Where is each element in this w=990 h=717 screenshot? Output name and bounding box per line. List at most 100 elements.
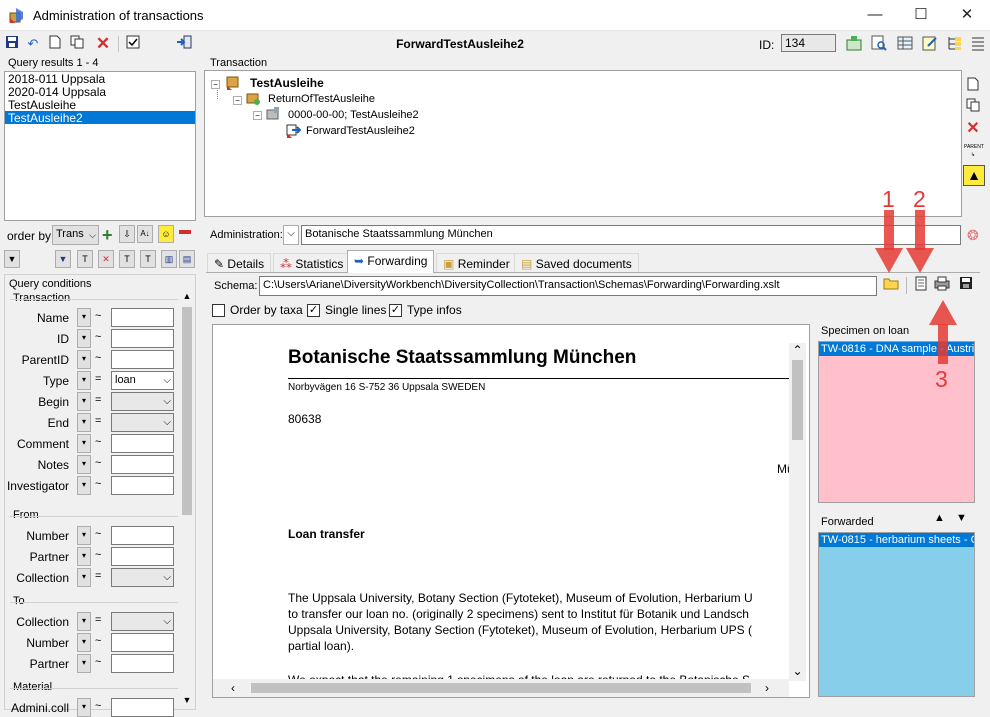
order-by-select[interactable]: Trans ⌵ xyxy=(52,225,99,245)
dropdown-toggle-icon[interactable]: ▼ xyxy=(4,250,20,268)
operator-dropdown-icon[interactable]: ▾ xyxy=(77,526,91,545)
administration-link-icon[interactable]: ❂ xyxy=(967,227,979,244)
list-item-selected[interactable]: TW-0815 - herbarium sheets - Germany xyxy=(819,533,974,547)
import-icon[interactable] xyxy=(175,35,193,53)
query-input[interactable]: ⌵ xyxy=(111,392,174,411)
operator-dropdown-icon[interactable]: ▾ xyxy=(77,612,91,631)
tab-saved-documents[interactable]: ▤ Saved documents xyxy=(514,253,639,272)
hierarchy-icon[interactable] xyxy=(946,35,964,53)
tab-statistics[interactable]: ⁂ Statistics xyxy=(273,253,351,272)
print-icon[interactable] xyxy=(933,276,951,294)
query-input[interactable] xyxy=(111,308,174,327)
tree-collapse-icon[interactable]: − xyxy=(211,80,220,89)
move-up-icon[interactable]: ▲ xyxy=(934,512,945,524)
export-mail-icon[interactable] xyxy=(845,35,863,53)
rows-icon[interactable]: ▤ xyxy=(179,250,195,268)
scroll-up-icon[interactable]: ⌃ xyxy=(789,343,806,360)
filter-save-icon[interactable]: T xyxy=(140,250,156,268)
operator-dropdown-icon[interactable]: ▾ xyxy=(77,654,91,673)
preview-document-icon[interactable] xyxy=(912,276,930,294)
query-input[interactable] xyxy=(111,526,174,545)
columns-icon[interactable]: ▥ xyxy=(161,250,177,268)
checkbox-icon[interactable] xyxy=(124,35,142,53)
operator-dropdown-icon[interactable]: ▾ xyxy=(77,547,91,566)
query-input[interactable] xyxy=(111,547,174,566)
scroll-thumb[interactable] xyxy=(182,307,192,515)
pin-icon[interactable]: ⇩ xyxy=(119,225,135,243)
delete-icon[interactable]: ✕ xyxy=(94,35,112,53)
specimen-on-loan-list[interactable]: TW-0816 - DNA sample - Austria xyxy=(818,341,975,503)
query-input[interactable] xyxy=(111,476,174,495)
filter-remove-icon[interactable]: ✕ xyxy=(98,250,114,268)
operator-dropdown-icon[interactable]: ▾ xyxy=(77,698,91,717)
warning-icon[interactable]: ▲ xyxy=(963,165,985,186)
tree-collapse-icon[interactable]: − xyxy=(253,111,262,120)
query-scrollbar[interactable]: ▲ ▼ xyxy=(180,291,194,709)
operator-dropdown-icon[interactable]: ▾ xyxy=(77,329,91,348)
list-item[interactable]: TestAusleihe xyxy=(5,98,195,112)
query-input[interactable] xyxy=(111,654,174,673)
scroll-right-icon[interactable]: › xyxy=(765,681,769,695)
operator-dropdown-icon[interactable]: ▾ xyxy=(77,413,91,432)
query-input[interactable] xyxy=(111,434,174,453)
operator-dropdown-icon[interactable]: ▾ xyxy=(77,455,91,474)
operator-dropdown-icon[interactable]: ▾ xyxy=(77,308,91,327)
list-item-selected[interactable]: TestAusleihe2 xyxy=(5,111,195,125)
open-folder-icon[interactable] xyxy=(882,276,900,294)
query-results-list[interactable]: 2018-011 Uppsala 2020-014 Uppsala TestAu… xyxy=(4,71,196,221)
query-input[interactable] xyxy=(111,633,174,652)
close-window-button[interactable]: ✕ xyxy=(944,0,990,30)
tree-collapse-icon[interactable]: − xyxy=(233,96,242,105)
list-item[interactable]: 2020-014 Uppsala xyxy=(5,85,195,99)
filter-icon[interactable]: ▼ xyxy=(55,250,71,268)
query-input[interactable]: ⌵ xyxy=(111,568,174,587)
operator-dropdown-icon[interactable]: ▾ xyxy=(77,371,91,390)
order-by-taxa-checkbox[interactable] xyxy=(212,304,225,317)
person-icon[interactable]: ☺ xyxy=(158,225,174,243)
operator-dropdown-icon[interactable]: ▾ xyxy=(77,350,91,369)
scroll-thumb[interactable] xyxy=(251,683,751,693)
administration-dropdown-button[interactable]: ⌵ xyxy=(283,225,299,245)
scroll-down-icon[interactable]: ▼ xyxy=(180,695,194,709)
operator-dropdown-icon[interactable]: ▾ xyxy=(77,476,91,495)
undo-icon[interactable]: ↶ xyxy=(24,35,42,53)
filter-down-icon[interactable]: T xyxy=(119,250,135,268)
move-down-icon[interactable]: ▼ xyxy=(956,512,967,524)
schema-path-field[interactable]: C:\Users\Ariane\DiversityWorkbench\Diver… xyxy=(259,276,877,296)
save-icon[interactable] xyxy=(3,35,21,53)
save-document-icon[interactable] xyxy=(957,276,975,294)
copy-icon[interactable] xyxy=(68,35,86,53)
delete-item-icon[interactable]: ✕ xyxy=(964,120,982,138)
single-lines-checkbox[interactable]: ✓ xyxy=(307,304,320,317)
scroll-up-icon[interactable]: ▲ xyxy=(180,291,194,305)
forwarded-list[interactable]: TW-0815 - herbarium sheets - Germany xyxy=(818,532,975,697)
scroll-left-icon[interactable]: ‹ xyxy=(231,681,235,695)
add-icon[interactable]: + xyxy=(102,226,113,244)
query-input[interactable]: ⌵ xyxy=(111,413,174,432)
type-infos-checkbox[interactable]: ✓ xyxy=(389,304,402,317)
tab-reminder[interactable]: ▣ Reminder xyxy=(436,253,517,272)
operator-dropdown-icon[interactable]: ▾ xyxy=(77,568,91,587)
tree-item-forward[interactable]: ForwardTestAusleihe2 xyxy=(306,125,415,137)
table-icon[interactable] xyxy=(896,35,914,53)
parent-icon[interactable]: PARENT ↳ xyxy=(964,143,984,161)
list-icon[interactable] xyxy=(969,35,987,53)
operator-dropdown-icon[interactable]: ▾ xyxy=(77,633,91,652)
query-input[interactable]: ⌵ xyxy=(111,612,174,631)
tree-item-return[interactable]: ReturnOfTestAusleihe xyxy=(268,93,375,105)
document-preview[interactable]: Botanische Staatssammlung München Norbyv… xyxy=(212,324,810,698)
scroll-thumb[interactable] xyxy=(792,360,803,440)
copy-item-icon[interactable] xyxy=(964,98,982,116)
operator-dropdown-icon[interactable]: ▾ xyxy=(77,434,91,453)
transaction-tree[interactable]: − TestAusleihe − ReturnOfTestAusleihe − … xyxy=(204,70,962,217)
remove-icon[interactable] xyxy=(179,230,191,234)
tree-item-loan[interactable]: 0000-00-00; TestAusleihe2 xyxy=(288,109,419,121)
document-vscrollbar[interactable]: ⌃ ⌄ xyxy=(789,343,806,681)
query-input[interactable]: loan ⌵ xyxy=(111,371,174,390)
new-item-icon[interactable] xyxy=(964,77,982,95)
tab-details[interactable]: ✎ Details xyxy=(207,253,272,272)
list-item[interactable]: 2018-011 Uppsala xyxy=(5,72,195,86)
administration-field[interactable]: Botanische Staatssammlung München xyxy=(301,225,961,245)
query-input[interactable] xyxy=(111,329,174,348)
operator-dropdown-icon[interactable]: ▾ xyxy=(77,392,91,411)
